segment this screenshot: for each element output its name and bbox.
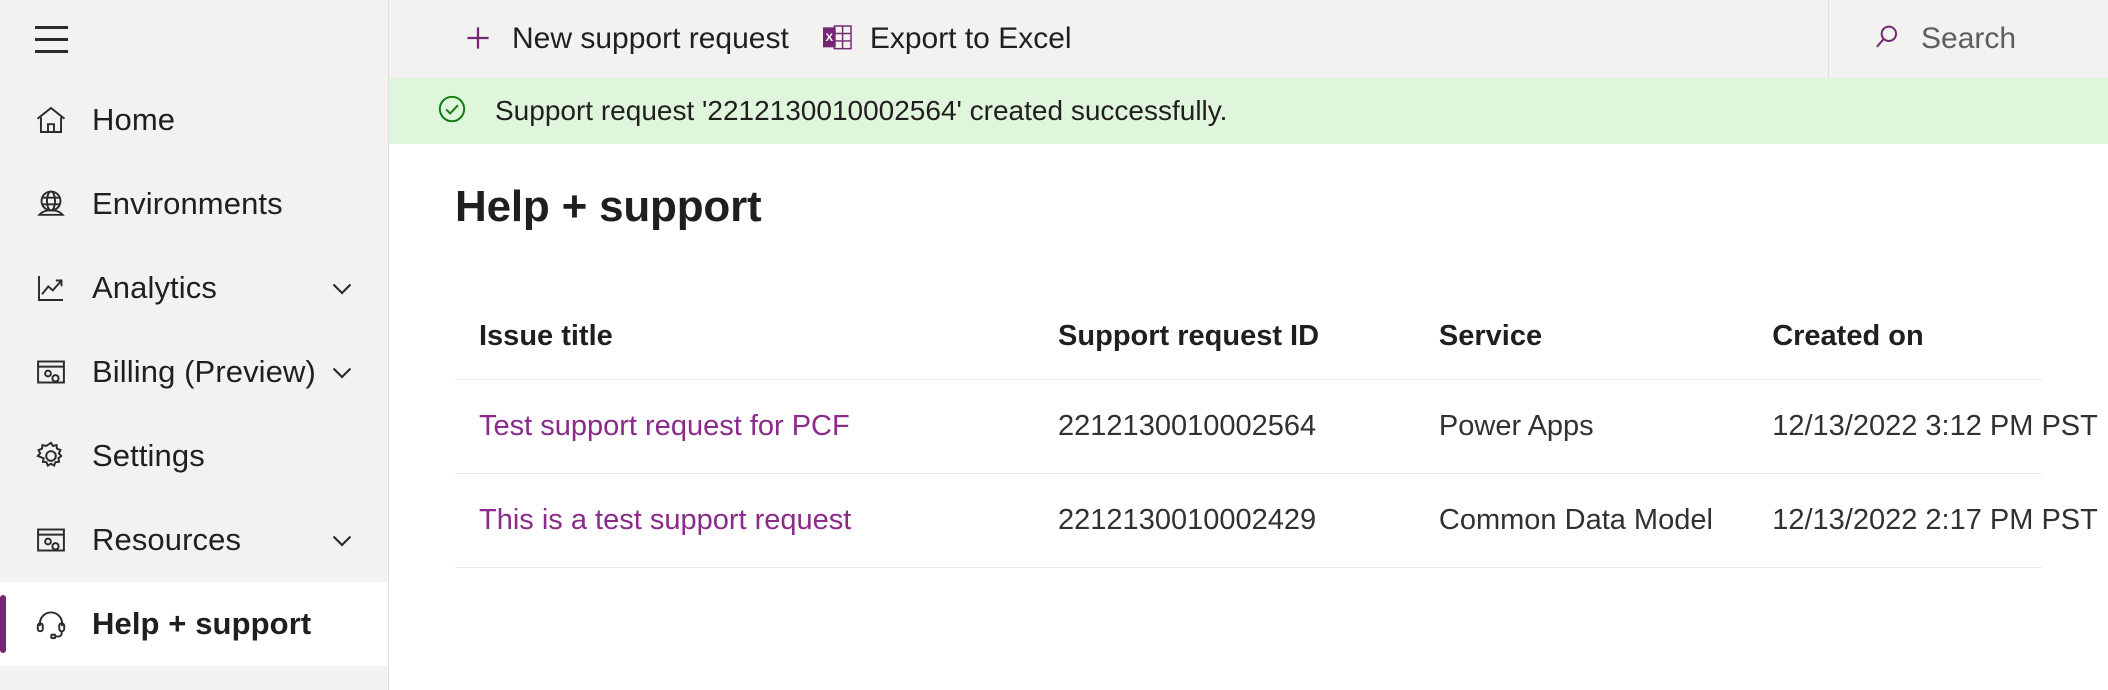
sidebar-item-help-support[interactable]: Help + support <box>0 582 388 666</box>
column-header-support-request-id[interactable]: Support request ID <box>1058 320 1439 380</box>
sidebar-item-label: Analytics <box>92 270 217 305</box>
chevron-down-icon[interactable] <box>322 271 362 305</box>
sidebar-item-label: Environments <box>92 186 283 221</box>
command-bar: New support request X Export to Excel Se… <box>389 0 2108 78</box>
cell-created-on: 12/13/2022 3:12 PM PST <box>1772 379 2098 474</box>
headset-icon <box>20 606 82 642</box>
column-header-issue-title[interactable]: Issue title <box>455 320 1059 380</box>
success-notification-text: Support request '2212130010002564' creat… <box>495 95 1228 126</box>
sidebar: Home Environments Analytics Billing (Pre… <box>0 0 389 690</box>
main-area: New support request X Export to Excel Se… <box>389 0 2108 690</box>
billing-icon <box>20 354 82 390</box>
issue-title-link[interactable]: Test support request for PCF <box>479 410 850 442</box>
globe-icon <box>20 186 82 222</box>
app-root: Home Environments Analytics Billing (Pre… <box>0 0 2108 690</box>
sidebar-header <box>0 0 388 78</box>
table-body: Test support request for PCF 22121300100… <box>455 379 2098 568</box>
sidebar-nav: Home Environments Analytics Billing (Pre… <box>0 78 388 666</box>
export-to-excel-label: Export to Excel <box>869 22 1072 55</box>
success-notification-bar: Support request '2212130010002564' creat… <box>389 78 2108 144</box>
gear-icon <box>20 438 82 474</box>
success-check-icon <box>435 92 469 131</box>
hamburger-menu-icon[interactable] <box>20 8 82 70</box>
search-input[interactable]: Search <box>1828 0 2108 78</box>
new-support-request-button[interactable]: New support request <box>445 8 805 70</box>
sidebar-item-resources[interactable]: Resources <box>0 498 388 582</box>
sidebar-item-label: Help + support <box>92 606 312 641</box>
support-requests-table: Issue title Support request ID Service C… <box>455 320 2098 568</box>
sidebar-item-analytics[interactable]: Analytics <box>0 246 388 330</box>
table-header: Issue title Support request ID Service C… <box>455 320 2042 380</box>
home-icon <box>20 102 82 138</box>
content-area: Help + support Issue title Support reque… <box>389 144 2108 690</box>
sidebar-item-label: Billing (Preview) <box>92 354 316 389</box>
export-to-excel-button[interactable]: X Export to Excel <box>805 8 1088 70</box>
chart-line-icon <box>20 270 82 306</box>
sidebar-item-label: Home <box>92 102 176 137</box>
chevron-down-icon[interactable] <box>322 523 362 557</box>
sidebar-item-settings[interactable]: Settings <box>0 414 388 498</box>
sidebar-item-label: Resources <box>92 522 242 557</box>
chevron-down-icon[interactable] <box>322 355 362 389</box>
plus-icon <box>461 21 495 58</box>
resources-icon <box>20 522 82 558</box>
search-icon <box>1871 21 1903 58</box>
cell-issue-title: Test support request for PCF <box>455 379 1059 474</box>
sidebar-item-environments[interactable]: Environments <box>0 162 388 246</box>
sidebar-item-home[interactable]: Home <box>0 78 388 162</box>
cell-support-request-id: 2212130010002564 <box>1058 379 1439 474</box>
table-row[interactable]: Test support request for PCF 22121300100… <box>455 379 2098 474</box>
cell-service: Common Data Model <box>1438 473 1773 568</box>
column-header-service[interactable]: Service <box>1438 320 1773 380</box>
page-title: Help + support <box>455 182 762 231</box>
cell-created-on: 12/13/2022 2:17 PM PST <box>1772 473 2098 568</box>
search-placeholder: Search <box>1921 22 2017 55</box>
table-row[interactable]: This is a test support request 221213001… <box>455 473 2098 568</box>
column-header-created-on[interactable]: Created on <box>1772 320 2042 380</box>
cell-support-request-id: 2212130010002429 <box>1058 473 1439 568</box>
new-support-request-label: New support request <box>512 22 789 55</box>
table-header-row: Issue title Support request ID Service C… <box>455 320 2042 380</box>
excel-icon: X <box>821 22 853 57</box>
svg-text:X: X <box>825 32 833 44</box>
sidebar-item-billing[interactable]: Billing (Preview) <box>0 330 388 414</box>
issue-title-link[interactable]: This is a test support request <box>479 504 851 536</box>
sidebar-item-label: Settings <box>92 438 205 473</box>
cell-issue-title: This is a test support request <box>455 473 1059 568</box>
cell-service: Power Apps <box>1438 379 1773 474</box>
